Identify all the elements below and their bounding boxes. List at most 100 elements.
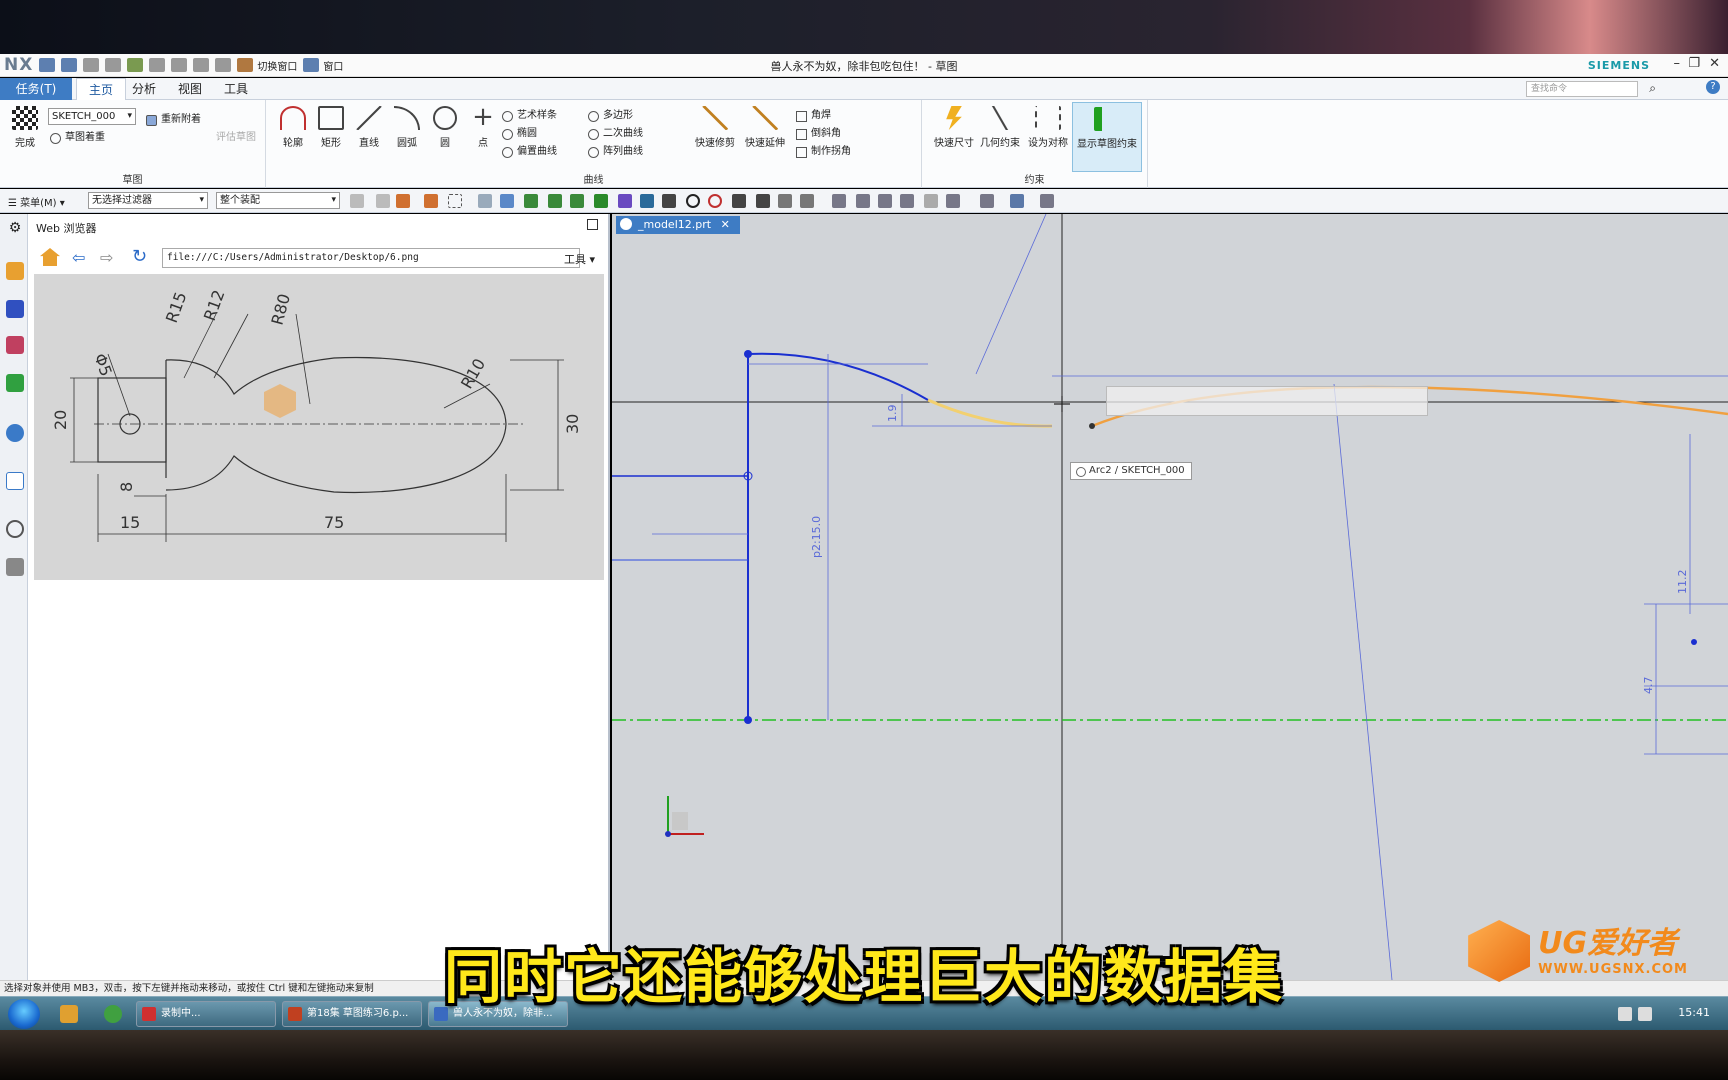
copy-icon[interactable] [149, 58, 166, 72]
save-icon[interactable] [39, 58, 56, 72]
snap-icon[interactable] [800, 194, 814, 208]
curve-icon[interactable] [618, 194, 632, 208]
info-icon[interactable] [6, 424, 24, 442]
refresh-icon[interactable]: ↻ [132, 246, 147, 267]
circle-button[interactable]: 圆 [426, 106, 464, 149]
snap-point-icon[interactable] [524, 194, 538, 208]
orient-sketch-button[interactable]: 草图着重 [50, 130, 105, 146]
show-sketch-constraints-button[interactable]: 显示草图约束 [1072, 102, 1142, 172]
snap-point-icon[interactable] [570, 194, 584, 208]
menu-button[interactable]: ☰ 菜单(M) ▾ [8, 194, 65, 209]
select-icon[interactable] [396, 194, 410, 208]
sketch-arc-r15[interactable] [747, 352, 929, 401]
highlighted-arc2[interactable] [927, 398, 1053, 428]
window-switch-icon[interactable] [237, 58, 254, 72]
snap-icon[interactable] [732, 194, 746, 208]
pattern-curve-button[interactable]: 阵列曲线 [588, 144, 643, 160]
window-icon[interactable] [303, 58, 320, 72]
fillet-button[interactable]: 角焊 [796, 108, 831, 124]
render-icon[interactable] [1010, 194, 1024, 208]
gear-icon[interactable]: ⚙ [6, 220, 24, 238]
tools-menu[interactable]: 工具 ▾ [564, 251, 595, 267]
select-icon[interactable] [424, 194, 438, 208]
body-icon[interactable] [500, 194, 514, 208]
contextual-mini-toolbar[interactable] [1106, 386, 1428, 416]
roles-icon[interactable] [6, 558, 24, 576]
sketch-canvas[interactable]: p2:15.0 1.9 11.2 4.7 [612, 214, 1728, 980]
render-icon[interactable] [980, 194, 994, 208]
box-select-icon[interactable] [448, 194, 462, 208]
repeat-icon[interactable] [193, 58, 210, 72]
switch-window-button[interactable]: 切换窗口 [257, 58, 297, 73]
tab-analysis[interactable]: 分析 [120, 78, 168, 100]
undo-icon[interactable] [83, 58, 100, 72]
studio-spline-button[interactable]: 艺术样条 [502, 108, 557, 124]
curve-icon[interactable] [640, 194, 654, 208]
view-icon[interactable] [900, 194, 914, 208]
quick-trim-button[interactable]: 快速修剪 [690, 106, 740, 149]
snap-icon[interactable] [376, 194, 390, 208]
part-navigator-icon[interactable] [6, 262, 24, 280]
sketch-point[interactable] [1691, 639, 1697, 645]
restore-icon[interactable]: ❐ [1688, 56, 1700, 71]
view-icon[interactable] [856, 194, 870, 208]
center-snap-icon[interactable] [686, 194, 700, 208]
close-icon[interactable]: ✕ [1709, 56, 1720, 71]
sketch-point[interactable] [744, 350, 752, 358]
redo-icon[interactable] [105, 58, 122, 72]
finish-sketch-button[interactable]: 完成 [6, 106, 44, 149]
polygon-button[interactable]: 多边形 [588, 108, 633, 124]
snap-icon[interactable] [756, 194, 770, 208]
tab-task[interactable]: 任务(T) [0, 78, 72, 100]
profile-button[interactable]: 轮廓 [274, 106, 312, 149]
view-icon[interactable] [832, 194, 846, 208]
rectangle-button[interactable]: 矩形 [312, 106, 350, 149]
view-icon[interactable] [946, 194, 960, 208]
cut-icon[interactable] [127, 58, 144, 72]
snap-icon[interactable] [350, 194, 364, 208]
forward-icon[interactable]: ⇨ [100, 248, 113, 267]
rotate-icon[interactable] [878, 194, 892, 208]
quick-extend-button[interactable]: 快速延伸 [740, 106, 790, 149]
feature-icon[interactable] [478, 194, 492, 208]
command-search-input[interactable]: 查找命令 [1526, 81, 1638, 97]
touch-icon[interactable] [215, 58, 232, 72]
tab-view[interactable]: 视图 [166, 78, 214, 100]
quadrant-snap-icon[interactable] [708, 194, 722, 208]
web-browser-icon[interactable] [6, 472, 24, 490]
paste-icon[interactable] [171, 58, 188, 72]
geometric-constraints-button[interactable]: 几何约束 [978, 106, 1022, 149]
render-icon[interactable] [1040, 194, 1054, 208]
window-menu-button[interactable]: 窗口 [323, 58, 343, 73]
tab-home[interactable]: 主页 [76, 78, 127, 100]
assembly-scope-select[interactable]: 整个装配 [216, 192, 340, 209]
rapid-dimension-button[interactable]: 快速尺寸 [932, 106, 976, 149]
assembly-navigator-icon[interactable] [6, 300, 24, 318]
snap-point-icon[interactable] [548, 194, 562, 208]
line-button[interactable]: 直线 [350, 106, 388, 149]
back-icon[interactable]: ⇦ [72, 248, 85, 267]
tab-tools[interactable]: 工具 [212, 78, 260, 100]
curve-icon[interactable] [594, 194, 608, 208]
maximize-icon[interactable] [587, 219, 598, 230]
make-symmetric-button[interactable]: 设为对称 [1026, 106, 1070, 149]
arc-endpoint[interactable] [1089, 423, 1095, 429]
reuse-library-icon[interactable] [6, 374, 24, 392]
save-all-icon[interactable] [61, 58, 78, 72]
evaluate-sketch-button[interactable]: 评估草图 [216, 130, 256, 146]
history-clock-icon[interactable] [6, 520, 24, 538]
url-input[interactable]: file:///C:/Users/Administrator/Desktop/6… [162, 248, 580, 268]
selection-filter-select[interactable]: 无选择过滤器 [88, 192, 208, 209]
home-icon[interactable] [40, 248, 60, 266]
constraint-navigator-icon[interactable] [6, 336, 24, 354]
make-corner-button[interactable]: 制作拐角 [796, 144, 851, 160]
point-button[interactable]: + 点 [464, 104, 502, 149]
sketch-point[interactable] [744, 716, 752, 724]
conic-button[interactable]: 二次曲线 [588, 126, 643, 142]
help-icon[interactable]: ? [1706, 80, 1720, 94]
sketch-name-select[interactable]: SKETCH_000 [48, 108, 136, 125]
minimize-icon[interactable]: – [1674, 56, 1681, 71]
view-icon[interactable] [924, 194, 938, 208]
snap-icon[interactable] [662, 194, 676, 208]
snap-icon[interactable] [778, 194, 792, 208]
